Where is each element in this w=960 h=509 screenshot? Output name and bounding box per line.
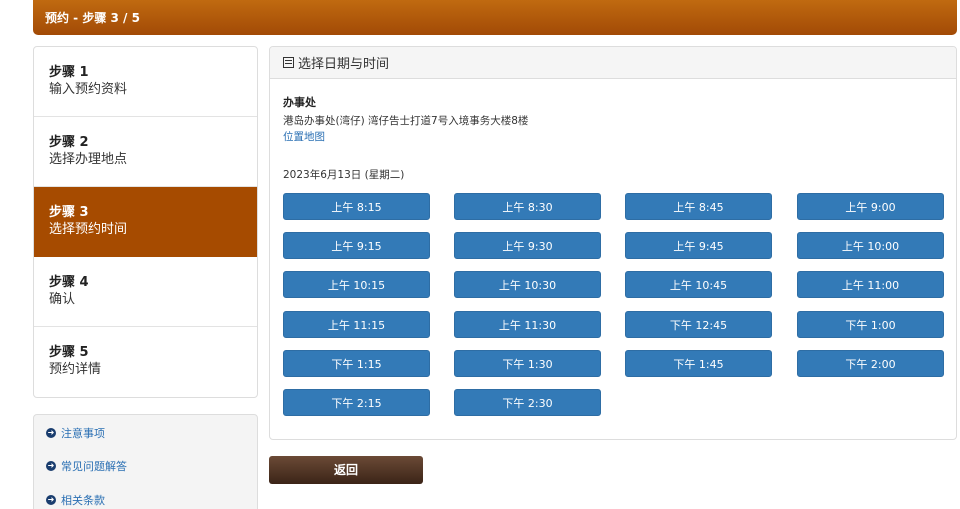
step-5: 步骤 5 预约详情: [34, 327, 257, 397]
time-slot-button[interactable]: 下午 2:30: [454, 389, 601, 416]
step-4: 步骤 4 确认: [34, 257, 257, 327]
step-number: 步骤 4: [49, 275, 89, 290]
time-slot-button[interactable]: 下午 1:00: [797, 311, 944, 338]
selected-date: 2023年6月13日 (星期二): [283, 169, 405, 181]
back-button[interactable]: 返回: [269, 456, 423, 484]
time-slot-button[interactable]: 下午 2:00: [797, 350, 944, 377]
location-map-link[interactable]: 位置地图: [283, 129, 325, 144]
time-slot-button[interactable]: 上午 10:00: [797, 232, 944, 259]
time-slot-button[interactable]: 下午 2:15: [283, 389, 430, 416]
link-notes[interactable]: ➜ 注意事项: [46, 425, 105, 441]
office-label: 办事处: [283, 96, 316, 109]
steps-sidebar: 步骤 1 输入预约资料 步骤 2 选择办理地点 步骤 3 选择预约时间 步骤 4…: [33, 46, 258, 398]
step-2: 步骤 2 选择办理地点: [34, 117, 257, 187]
arrow-right-icon: ➜: [46, 461, 56, 471]
link-label[interactable]: 相关条款: [61, 492, 105, 508]
time-slot-button[interactable]: 上午 8:15: [283, 193, 430, 220]
time-slot-button[interactable]: 上午 11:15: [283, 311, 430, 338]
panel-header: 选择日期与时间: [270, 47, 956, 79]
help-links-box: ➜ 注意事项 ➜ 常见问题解答 ➜ 相关条款: [33, 414, 258, 509]
step-number: 步骤 1: [49, 65, 89, 80]
arrow-right-icon: ➜: [46, 495, 56, 505]
office-address: 港岛办事处(湾仔) 湾仔告士打道7号入境事务大楼8楼: [283, 115, 529, 127]
time-slot-button[interactable]: 上午 8:45: [625, 193, 772, 220]
link-faq[interactable]: ➜ 常见问题解答: [46, 458, 127, 474]
header-bar: 预约 - 步骤 3 / 5: [33, 0, 957, 35]
step-name: 预约详情: [49, 362, 102, 377]
step-number: 步骤 5: [49, 345, 89, 360]
panel-title: 选择日期与时间: [298, 57, 390, 72]
step-1: 步骤 1 输入预约资料: [34, 47, 257, 117]
time-slot-button[interactable]: 下午 12:45: [625, 311, 772, 338]
page-title: 预约 - 步骤 3 / 5: [45, 11, 140, 25]
step-3-active: 步骤 3 选择预约时间: [34, 187, 257, 257]
step-name: 输入预约资料: [49, 82, 128, 97]
step-name: 选择预约时间: [49, 222, 128, 237]
step-number: 步骤 2: [49, 135, 89, 150]
time-slot-button[interactable]: 上午 10:45: [625, 271, 772, 298]
link-label[interactable]: 注意事项: [61, 425, 105, 441]
time-slot-button[interactable]: 上午 8:30: [454, 193, 601, 220]
time-slot-button[interactable]: 下午 1:15: [283, 350, 430, 377]
time-slot-button[interactable]: 上午 10:30: [454, 271, 601, 298]
time-slot-button[interactable]: 上午 9:45: [625, 232, 772, 259]
arrow-right-icon: ➜: [46, 428, 56, 438]
time-slot-button[interactable]: 下午 1:30: [454, 350, 601, 377]
time-slot-button[interactable]: 上午 11:30: [454, 311, 601, 338]
time-slot-button[interactable]: 上午 10:15: [283, 271, 430, 298]
time-slot-button[interactable]: 上午 11:00: [797, 271, 944, 298]
time-slot-button[interactable]: 上午 9:00: [797, 193, 944, 220]
date-time-panel: 选择日期与时间 办事处 港岛办事处(湾仔) 湾仔告士打道7号入境事务大楼8楼 位…: [269, 46, 957, 440]
time-slot-button[interactable]: 下午 1:45: [625, 350, 772, 377]
time-slot-button[interactable]: 上午 9:30: [454, 232, 601, 259]
step-number: 步骤 3: [49, 205, 89, 220]
link-label[interactable]: 常见问题解答: [61, 458, 127, 474]
link-terms[interactable]: ➜ 相关条款: [46, 492, 105, 508]
step-name: 选择办理地点: [49, 152, 128, 167]
step-name: 确认: [49, 292, 76, 307]
time-slot-button[interactable]: 上午 9:15: [283, 232, 430, 259]
calendar-icon: [283, 57, 294, 68]
